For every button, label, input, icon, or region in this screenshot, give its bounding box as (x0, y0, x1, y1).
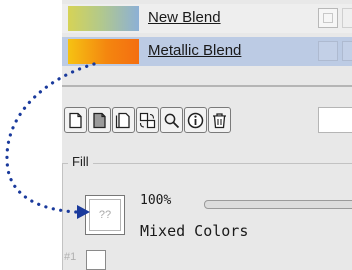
copy-document-icon (93, 112, 106, 128)
fill-preview-text: ?? (89, 199, 121, 231)
fill-status-text: Mixed Colors (140, 222, 249, 240)
blend-row-option[interactable] (342, 8, 352, 28)
convert-icon (139, 112, 156, 128)
blend-row-metallic-blend[interactable]: Metallic Blend (62, 37, 352, 66)
blend-row-checkbox[interactable] (318, 8, 338, 28)
stop-number-label: #1 (64, 251, 77, 263)
info-button[interactable] (184, 107, 207, 133)
delete-button[interactable] (208, 107, 231, 133)
toolbar-field (318, 107, 352, 133)
panel-divider (62, 85, 352, 87)
fill-group-border (62, 163, 352, 164)
blank-document-icon (115, 112, 130, 128)
blend-name[interactable]: Metallic Blend (148, 42, 241, 59)
trash-icon (213, 112, 226, 128)
blank-blend-button[interactable] (112, 107, 135, 133)
blend-row-checkbox[interactable] (318, 41, 338, 61)
convert-blend-button[interactable] (136, 107, 159, 133)
opacity-slider[interactable] (204, 200, 352, 209)
fill-preview-swatch[interactable]: ?? (85, 195, 125, 235)
duplicate-blend-button[interactable] (88, 107, 111, 133)
color-stop-box[interactable] (86, 250, 106, 270)
search-icon (164, 113, 180, 128)
fill-group-label: Fill (68, 154, 93, 169)
blend-toolbar (64, 107, 232, 137)
fill-group-border-left (62, 163, 63, 270)
blend-row-new-blend[interactable]: New Blend (62, 4, 352, 33)
blend-row-option[interactable] (342, 41, 352, 61)
find-blend-button[interactable] (160, 107, 183, 133)
blend-name[interactable]: New Blend (148, 9, 221, 26)
blend-swatch (68, 6, 139, 31)
new-blend-button[interactable] (64, 107, 87, 133)
blend-swatch (68, 39, 139, 64)
info-icon (187, 112, 204, 128)
opacity-value: 100% (140, 193, 172, 208)
new-document-icon (69, 112, 82, 128)
